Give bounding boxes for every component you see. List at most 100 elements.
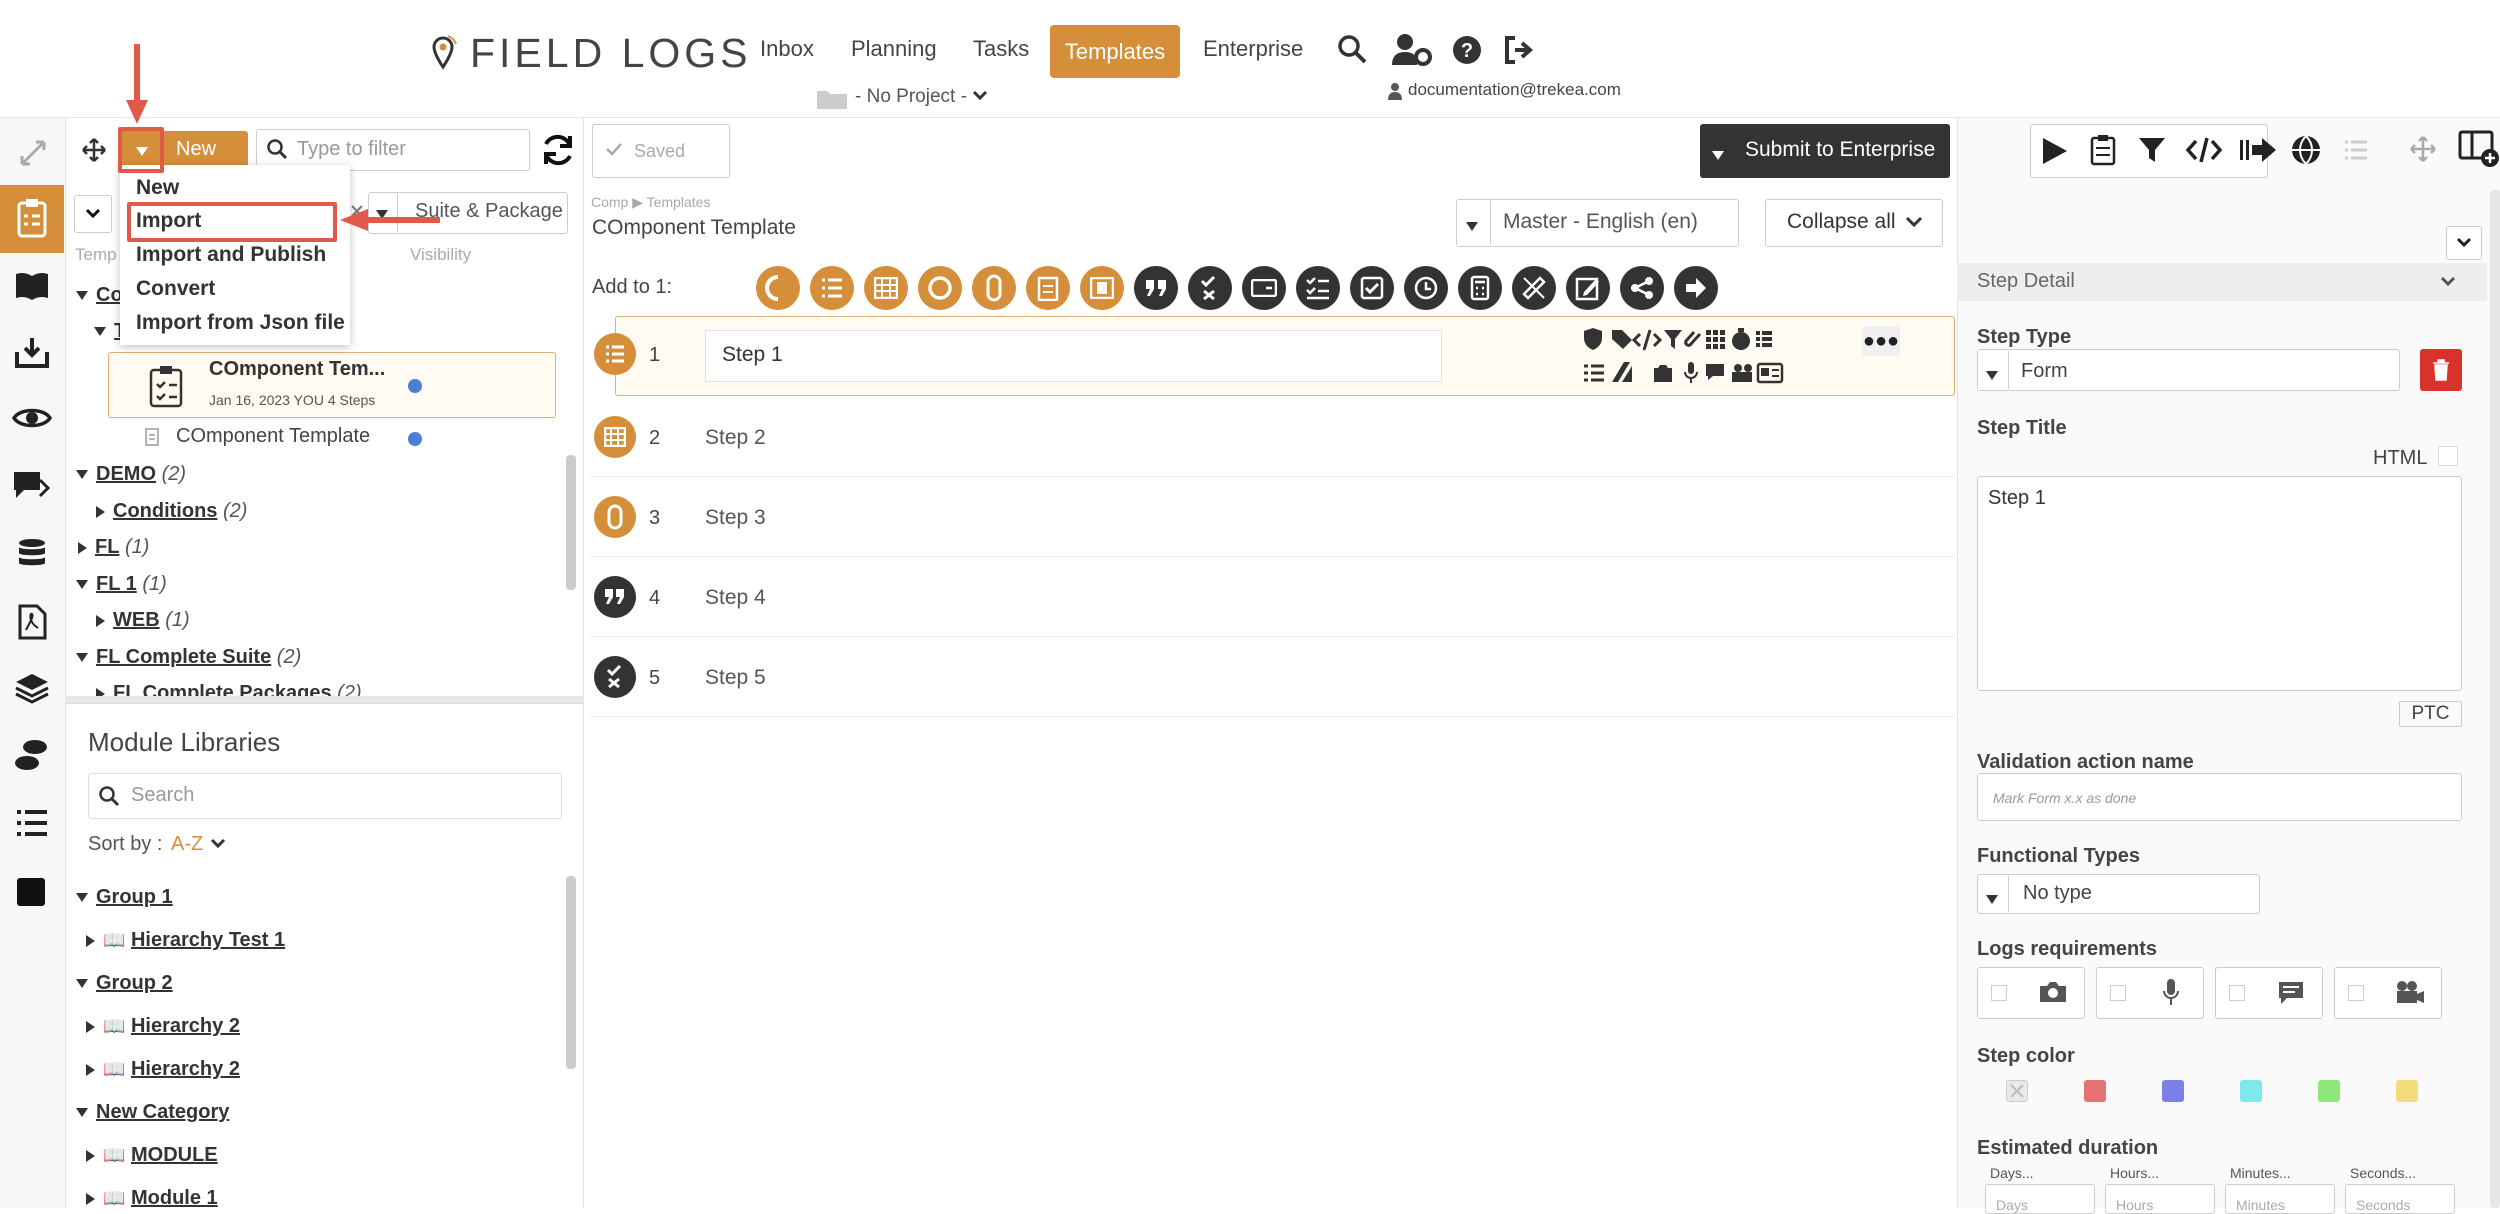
sort-value[interactable]: A-Z xyxy=(171,833,203,856)
add-measure-icon[interactable] xyxy=(1512,266,1556,310)
duration-days-input[interactable]: Days xyxy=(1985,1184,2095,1214)
module-row-group[interactable]: Group 1 xyxy=(76,886,173,909)
module-row-hierarchy[interactable]: 📖 Hierarchy 2 xyxy=(86,1058,240,1081)
add-circle-half-icon[interactable] xyxy=(756,266,800,310)
delete-step-button[interactable] xyxy=(2420,349,2462,391)
search-icon[interactable] xyxy=(1337,34,1367,64)
duration-hours-input[interactable]: Hours xyxy=(2105,1184,2215,1214)
module-row-module[interactable]: 📖 Module 1 xyxy=(86,1187,218,1210)
filter-icon[interactable] xyxy=(2138,136,2166,164)
user-settings-icon[interactable] xyxy=(1392,33,1432,67)
duration-minutes-input[interactable]: Minutes xyxy=(2225,1184,2335,1214)
chevron-down-icon[interactable] xyxy=(210,838,226,850)
add-panel-icon[interactable] xyxy=(2458,130,2500,170)
add-table-icon[interactable] xyxy=(864,266,908,310)
collapse-tree-button[interactable] xyxy=(74,195,112,233)
add-circle-icon[interactable] xyxy=(918,266,962,310)
logout-icon[interactable] xyxy=(1503,36,1535,64)
duration-seconds-input[interactable]: Seconds xyxy=(2345,1184,2455,1214)
panel-collapse-button[interactable] xyxy=(2446,226,2482,260)
help-icon[interactable]: ? xyxy=(1452,35,1482,65)
new-button[interactable]: New xyxy=(176,138,216,161)
tree-row-demo[interactable]: DEMO (2) xyxy=(76,463,186,486)
layers-icon[interactable] xyxy=(14,672,50,704)
add-list-icon[interactable] xyxy=(810,266,854,310)
refresh-icon[interactable] xyxy=(540,132,576,168)
log-audio-checkbox[interactable] xyxy=(2110,985,2126,1001)
menu-item-import-json[interactable]: Import from Json file xyxy=(136,311,345,335)
code-icon[interactable] xyxy=(2186,136,2222,164)
add-quote-icon[interactable] xyxy=(1134,266,1178,310)
stop-icon[interactable] xyxy=(17,878,45,906)
tree-row-fl[interactable]: FL (1) xyxy=(78,536,149,559)
menu-item-import[interactable]: Import xyxy=(136,209,201,233)
nav-tasks[interactable]: Tasks xyxy=(973,36,1029,62)
html-checkbox[interactable] xyxy=(2438,446,2458,466)
app-logo[interactable]: FIELD LOGS xyxy=(470,30,752,77)
add-check-cross-icon[interactable] xyxy=(1188,266,1232,310)
nav-planning[interactable]: Planning xyxy=(851,36,937,62)
list-icon[interactable] xyxy=(15,808,49,838)
step-title-textarea[interactable] xyxy=(1977,476,2462,691)
step-title[interactable]: Step 4 xyxy=(705,586,766,610)
color-swatch-green[interactable] xyxy=(2318,1080,2340,1102)
module-scrollbar[interactable] xyxy=(566,876,576,1069)
add-calculator-icon[interactable] xyxy=(1458,266,1502,310)
chat-icon[interactable] xyxy=(12,470,52,504)
add-film-icon[interactable] xyxy=(1080,266,1124,310)
module-row-hierarchy[interactable]: 📖 Hierarchy Test 1 xyxy=(86,929,285,952)
tree-row-conditions[interactable]: Conditions (2) xyxy=(96,500,247,523)
book-icon[interactable] xyxy=(14,270,50,302)
module-row-hierarchy[interactable]: 📖 Hierarchy 2 xyxy=(86,1015,240,1038)
step-title[interactable]: Step 2 xyxy=(705,426,766,450)
log-video-checkbox[interactable] xyxy=(2348,985,2364,1001)
step-title[interactable]: Step 3 xyxy=(705,506,766,530)
add-checkbox-icon[interactable] xyxy=(1350,266,1394,310)
tree-row-fl1[interactable]: FL 1 (1) xyxy=(76,573,167,596)
add-arrow-icon[interactable] xyxy=(1674,266,1718,310)
menu-item-convert[interactable]: Convert xyxy=(136,277,215,301)
tree-row-fl-complete-suite[interactable]: FL Complete Suite (2) xyxy=(76,646,301,669)
database-icon[interactable] xyxy=(17,538,47,570)
log-comment-checkbox[interactable] xyxy=(2229,985,2245,1001)
module-row-category[interactable]: New Category xyxy=(76,1101,229,1124)
add-tasklist-icon[interactable] xyxy=(1296,266,1340,310)
step-row[interactable] xyxy=(590,397,1955,477)
globe-icon[interactable] xyxy=(2290,134,2322,166)
nav-enterprise[interactable]: Enterprise xyxy=(1203,36,1303,62)
menu-item-import-publish[interactable]: Import and Publish xyxy=(136,243,326,267)
step-row[interactable] xyxy=(590,477,1955,557)
nav-templates[interactable]: Templates xyxy=(1050,25,1180,78)
step-title[interactable]: Step 5 xyxy=(705,666,766,690)
color-swatch-cyan[interactable] xyxy=(2240,1080,2262,1102)
play-icon[interactable] xyxy=(2040,136,2068,166)
step-row[interactable] xyxy=(590,557,1955,637)
add-card-icon[interactable] xyxy=(1242,266,1286,310)
color-swatch-yellow[interactable] xyxy=(2396,1080,2418,1102)
add-checklist-icon[interactable] xyxy=(1026,266,1070,310)
sub-template-item[interactable]: COmponent Template xyxy=(176,425,370,448)
color-swatch-blue[interactable] xyxy=(2162,1080,2184,1102)
chevron-down-icon[interactable] xyxy=(972,90,988,102)
move-icon[interactable] xyxy=(2410,136,2436,162)
log-photo-checkbox[interactable] xyxy=(1991,985,2007,1001)
add-clock-icon[interactable] xyxy=(1404,266,1448,310)
more-icon[interactable]: ●●● xyxy=(1862,326,1900,356)
ptc-button[interactable]: PTC xyxy=(2399,701,2462,727)
nav-inbox[interactable]: Inbox xyxy=(760,36,814,62)
menu-item-new[interactable]: New xyxy=(136,176,179,200)
project-selector[interactable]: - No Project - xyxy=(855,86,967,108)
tree-row-partial[interactable]: Co xyxy=(76,284,123,307)
download-box-icon[interactable] xyxy=(15,336,49,368)
add-share-icon[interactable] xyxy=(1620,266,1664,310)
pdf-icon[interactable] xyxy=(17,604,47,640)
expand-icon[interactable] xyxy=(18,138,48,168)
color-swatch-red[interactable] xyxy=(2084,1080,2106,1102)
module-row-group[interactable]: Group 2 xyxy=(76,972,173,995)
module-row-module[interactable]: 📖 MODULE xyxy=(86,1144,218,1167)
clipboard-icon[interactable] xyxy=(2090,134,2116,166)
add-link-icon[interactable] xyxy=(972,266,1016,310)
move-icon[interactable] xyxy=(82,138,106,162)
tree-row-web[interactable]: WEB (1) xyxy=(96,609,190,632)
add-signature-icon[interactable] xyxy=(1566,266,1610,310)
